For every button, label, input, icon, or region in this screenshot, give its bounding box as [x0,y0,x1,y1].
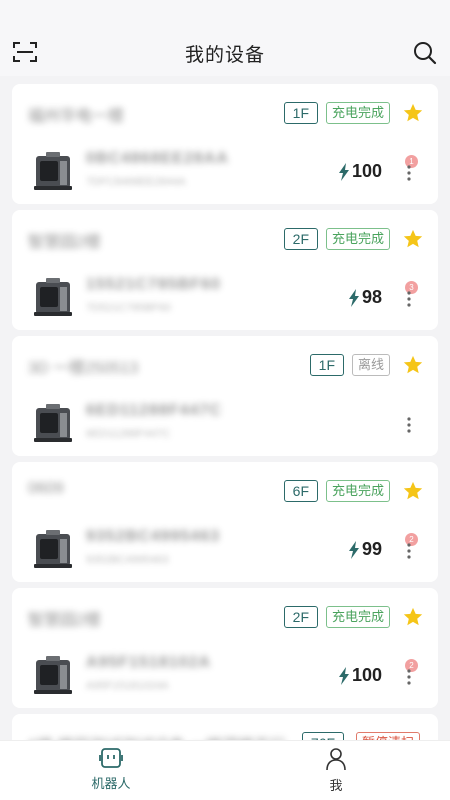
status-badge: 充电完成 [325,228,390,250]
floor-badge: 6F [283,480,318,502]
user-icon [326,748,346,771]
battery-level: 100 [338,665,382,686]
device-serial-sub: 7DFC8468EE2844A [86,176,186,188]
status-badge: 充电完成 [325,102,390,124]
page-title: 我的设备 [184,45,265,66]
robot-tab-icon [99,748,123,768]
search-icon[interactable] [412,40,438,66]
device-name: 3D 一楼250513 [28,360,139,377]
device-name: 0609 [28,480,64,497]
device-name: 智慧园2楼 [28,612,101,629]
device-serial: 6ED11288F447C [86,402,222,419]
battery-level: 99 [348,539,382,560]
device-card[interactable]: 福州华电一楼 1F 充电完成 0BC4868EE28AA 7DFC8468EE2… [12,84,438,204]
tab-bar: 机器人 我 [0,740,450,800]
floor-badge: 76F [301,732,344,740]
robot-image [34,278,72,316]
more-vertical-icon[interactable] [404,164,414,182]
device-name: 福州华电一楼 [28,108,125,125]
more-vertical-icon[interactable] [404,668,414,686]
star-icon[interactable] [402,480,424,502]
star-icon[interactable] [402,228,424,250]
tab-me[interactable]: 我 [306,747,366,794]
battery-level: 100 [338,161,382,182]
bolt-icon [348,288,359,307]
device-serial: A95F1518102A [86,654,211,671]
battery-value: 98 [361,287,382,307]
status-badge: 离线 [351,354,390,376]
device-serial-sub: 7D521C785BF60 [86,302,172,314]
robot-image [34,656,72,694]
device-serial: 0BC4868EE28AA [86,150,229,167]
header: 我的设备 [0,0,450,76]
bolt-icon [338,162,349,181]
floor-badge: 1F [283,102,318,124]
battery-value: 100 [351,161,382,181]
tab-me-label: 我 [329,778,343,793]
device-name: 6楼 楼层测试测试设备 一楼顶楼不行 [28,732,286,740]
device-list: 福州华电一楼 1F 充电完成 0BC4868EE28AA 7DFC8468EE2… [0,80,450,740]
status-badge: 充电完成 [325,606,390,628]
star-icon[interactable] [402,102,424,124]
more-vertical-icon[interactable] [404,542,414,560]
floor-badge: 1F [309,354,344,376]
robot-image [34,530,72,568]
floor-badge: 2F [283,606,318,628]
device-serial: 15521C785BF60 [86,276,221,293]
device-serial-sub: A95F15181024A [86,680,169,692]
device-serial-sub: 6ED11288F447C [86,428,171,440]
battery-level: 98 [348,287,382,308]
robot-image [34,404,72,442]
robot-image [34,152,72,190]
tab-robot-label: 机器人 [91,776,131,791]
device-name: 智慧园2楼 [28,234,101,251]
device-card[interactable]: 3D 一楼250513 1F 离线 6ED11288F447C 6ED11288… [12,336,438,456]
device-serial-sub: 9352BC4995463 [86,554,169,566]
star-icon[interactable] [402,354,424,376]
battery-value: 100 [351,665,382,685]
tab-robot[interactable]: 机器人 [81,747,141,792]
bolt-icon [338,666,349,685]
device-card[interactable]: 0609 6F 充电完成 9352BC4995463 9352BC4995463… [12,462,438,582]
device-card[interactable]: 智慧园2楼 2F 充电完成 15521C785BF60 7D521C785BF6… [12,210,438,330]
bolt-icon [348,540,359,559]
device-card[interactable]: 智慧园2楼 2F 充电完成 A95F1518102A A95F15181024A… [12,588,438,708]
star-icon[interactable] [402,606,424,628]
status-badge: 暂停清扫 [355,732,420,740]
device-card[interactable]: 6楼 楼层测试测试设备 一楼顶楼不行 76F 暂停清扫 [12,714,438,740]
floor-badge: 2F [283,228,318,250]
device-serial: 9352BC4995463 [86,528,220,545]
battery-value: 99 [361,539,382,559]
more-vertical-icon[interactable] [404,416,414,434]
status-badge: 充电完成 [325,480,390,502]
more-vertical-icon[interactable] [404,290,414,308]
